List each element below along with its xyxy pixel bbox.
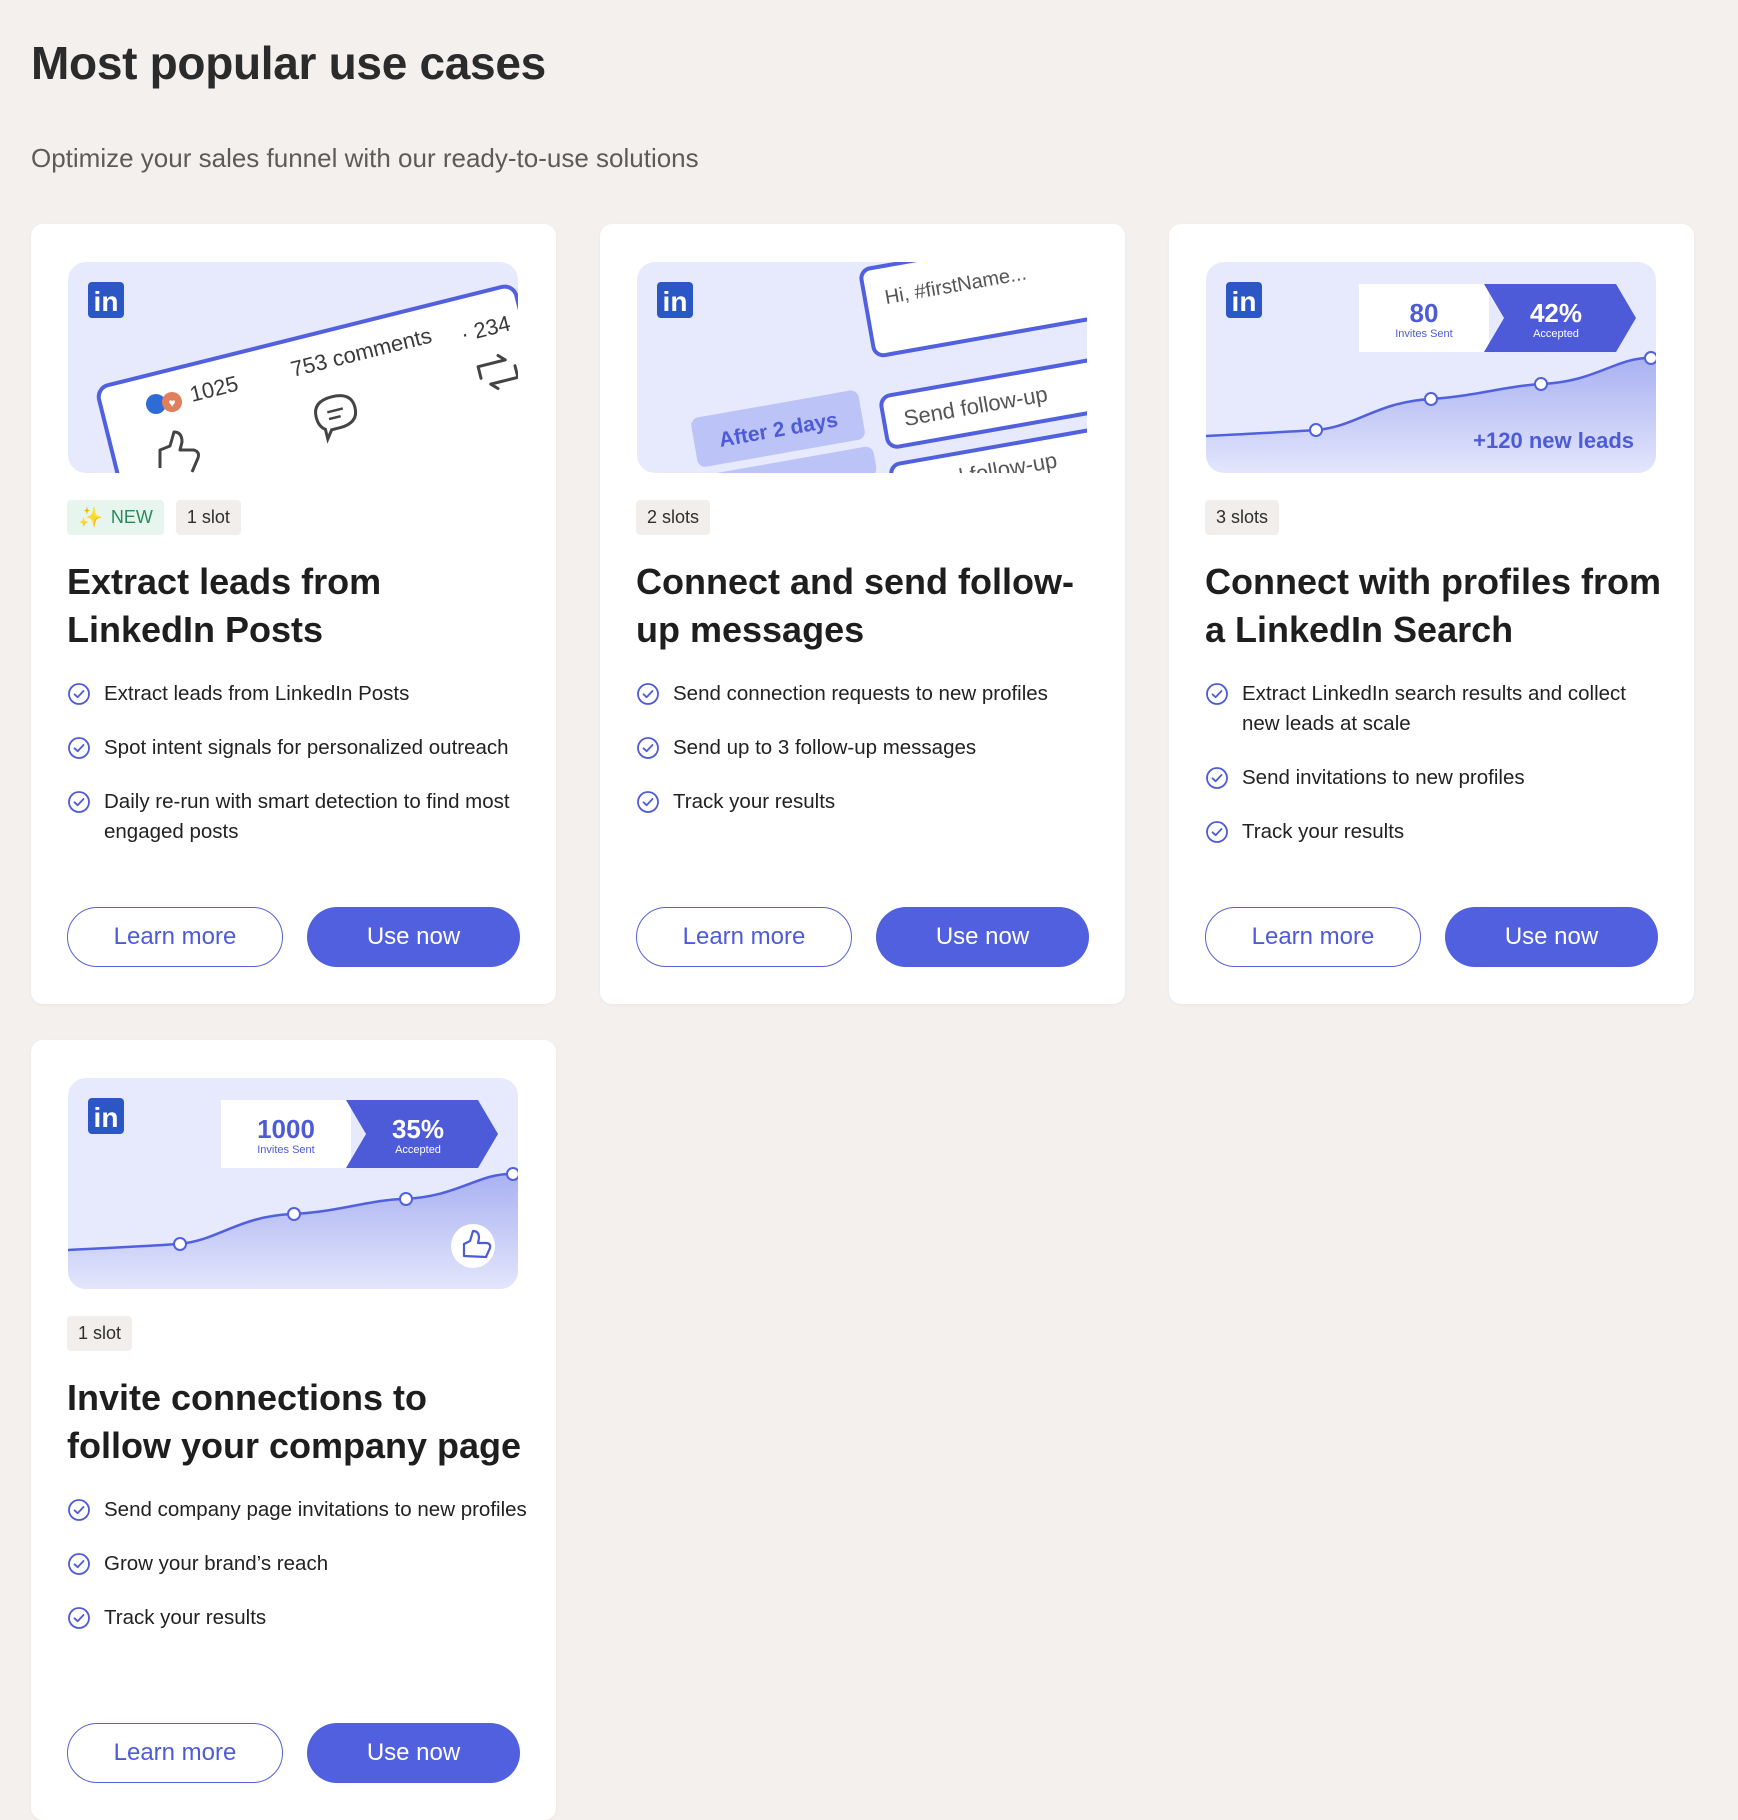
feature-item: Spot intent signals for personalized out… (67, 733, 527, 763)
thumbs-up-icon (451, 1224, 495, 1268)
sparkle-icon: ✨ (78, 507, 103, 529)
check-circle-icon (67, 1552, 91, 1576)
card-title: Connect and send follow-up messages (636, 561, 1074, 650)
feature-list: Send connection requests to new profiles… (636, 679, 1096, 841)
learn-more-button[interactable]: Learn more (67, 1723, 283, 1783)
feature-item: Send invitations to new profiles (1205, 763, 1665, 793)
feature-item: Extract LinkedIn search results and coll… (1205, 679, 1665, 739)
use-case-card-company-page: in 1000 Invites Sent 35% Accepted 1 slot… (31, 1040, 556, 1820)
check-circle-icon (1205, 820, 1229, 844)
svg-text:in: in (1232, 286, 1257, 317)
card-illustration: in 80 Invites Sent 42% Accepted +120 new… (1206, 262, 1656, 473)
accepted-value: 42% (1530, 298, 1582, 328)
check-circle-icon (67, 736, 91, 760)
feature-item: Track your results (636, 787, 1096, 817)
card-badges: 2 slots (636, 500, 711, 535)
learn-more-button[interactable]: Learn more (1205, 907, 1421, 967)
new-badge: ✨ NEW (67, 500, 164, 535)
accepted-label: Accepted (395, 1144, 441, 1156)
feature-item: Track your results (67, 1603, 527, 1633)
check-circle-icon (67, 1498, 91, 1522)
card-title: Connect with profiles from a LinkedIn Se… (1205, 561, 1662, 650)
svg-text:in: in (94, 1102, 119, 1133)
use-now-button[interactable]: Use now (876, 907, 1089, 967)
accepted-value: 35% (392, 1114, 444, 1144)
check-circle-icon (67, 790, 91, 814)
invites-sent-label: Invites Sent (257, 1144, 314, 1156)
slots-badge: 2 slots (636, 500, 711, 535)
invites-sent-label: Invites Sent (1395, 328, 1452, 340)
check-circle-icon (636, 682, 660, 706)
card-illustration: in Hi, #firstName... Send follow-up Send… (637, 262, 1087, 473)
new-badge-label: NEW (110, 507, 153, 527)
card-illustration: in 1000 Invites Sent 35% Accepted (68, 1078, 518, 1289)
linkedin-icon: in (657, 282, 693, 318)
check-circle-icon (67, 1606, 91, 1630)
learn-more-button[interactable]: Learn more (636, 907, 852, 967)
feature-item: Daily re-run with smart detection to fin… (67, 787, 527, 847)
check-circle-icon (1205, 766, 1229, 790)
check-circle-icon (636, 790, 660, 814)
learn-more-button[interactable]: Learn more (67, 907, 283, 967)
feature-list: Extract LinkedIn search results and coll… (1205, 679, 1665, 871)
invites-sent-value: 80 (1410, 298, 1439, 328)
linkedin-icon: in (88, 282, 124, 318)
use-now-button[interactable]: Use now (307, 1723, 520, 1783)
check-circle-icon (1205, 682, 1229, 706)
accepted-label: Accepted (1533, 328, 1579, 340)
page-title: Most popular use cases (31, 37, 546, 89)
feature-item: Track your results (1205, 817, 1665, 847)
page-subtitle: Optimize your sales funnel with our read… (31, 143, 699, 173)
check-circle-icon (636, 736, 660, 760)
card-title: Extract leads from LinkedIn Posts (67, 561, 382, 650)
new-leads-label: +120 new leads (1473, 428, 1634, 453)
card-title: Invite connections to follow your compan… (67, 1377, 522, 1466)
card-badges: 1 slot (67, 1316, 133, 1351)
slots-badge: 1 slot (175, 500, 241, 535)
card-badges: 3 slots (1205, 500, 1280, 535)
feature-item: Send connection requests to new profiles (636, 679, 1096, 709)
svg-text:in: in (663, 286, 688, 317)
feature-item: Send company page invitations to new pro… (67, 1495, 527, 1525)
feature-list: Extract leads from LinkedIn Posts Spot i… (67, 679, 527, 871)
use-case-card-extract-leads: in ♥ 1025 753 comments · 234 ✨ NEW 1 slo… (31, 224, 556, 1004)
check-circle-icon (67, 682, 91, 706)
feature-item: Send up to 3 follow-up messages (636, 733, 1096, 763)
linkedin-icon: in (88, 1098, 124, 1134)
svg-text:♥: ♥ (168, 396, 175, 410)
feature-item: Extract leads from LinkedIn Posts (67, 679, 527, 709)
invites-sent-value: 1000 (257, 1114, 315, 1144)
feature-item: Grow your brand’s reach (67, 1549, 527, 1579)
use-now-button[interactable]: Use now (307, 907, 520, 967)
slots-badge: 1 slot (67, 1316, 133, 1351)
card-badges: ✨ NEW 1 slot (67, 500, 241, 535)
use-now-button[interactable]: Use now (1445, 907, 1658, 967)
slots-badge: 3 slots (1205, 500, 1280, 535)
linkedin-icon: in (1226, 282, 1262, 318)
svg-text:in: in (94, 286, 119, 317)
card-illustration: in ♥ 1025 753 comments · 234 (68, 262, 518, 473)
feature-list: Send company page invitations to new pro… (67, 1495, 527, 1657)
use-case-card-follow-up: in Hi, #firstName... Send follow-up Send… (600, 224, 1125, 1004)
use-case-card-linkedin-search: in 80 Invites Sent 42% Accepted +120 new… (1169, 224, 1694, 1004)
